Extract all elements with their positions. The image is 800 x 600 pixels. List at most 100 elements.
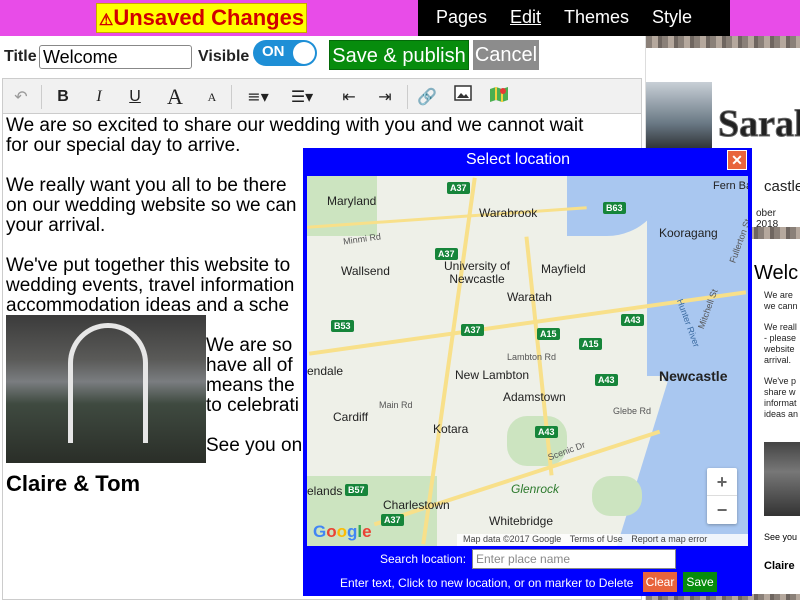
map-icon[interactable] <box>487 85 511 109</box>
preview-signature: Claire <box>764 560 795 572</box>
paragraph-line: have all of <box>206 355 293 376</box>
image-icon[interactable] <box>451 85 475 109</box>
italic-icon[interactable]: I <box>87 85 111 109</box>
preview-date: ober 2018 <box>756 208 779 230</box>
paragraph-line: on our wedding website so we can <box>6 195 297 216</box>
wedding-arch-photo[interactable] <box>6 315 206 463</box>
report-error-link[interactable]: Report a map error <box>631 534 707 544</box>
visible-toggle[interactable]: ON <box>253 40 317 66</box>
paragraph-line: We are so <box>206 335 293 356</box>
main-nav: Pages Edit Themes Style <box>418 0 730 36</box>
paragraph-line: See you on <box>206 435 303 456</box>
paragraph-line: We really want you all to be there <box>6 175 287 196</box>
map-place-label: elands <box>307 484 343 498</box>
nav-themes[interactable]: Themes <box>564 7 629 28</box>
preview-location: castle <box>764 178 800 195</box>
map-place-label: Newcastle <box>659 368 728 384</box>
save-location-button[interactable]: Save <box>683 572 717 592</box>
map-place-label: Waratah <box>507 290 552 304</box>
undo-icon[interactable]: ↶ <box>9 85 33 109</box>
signature: Claire & Tom <box>6 471 141 496</box>
map-place-label: Charlestown <box>383 498 450 512</box>
save-publish-button[interactable]: Save & publish <box>329 40 469 70</box>
paragraph-line: your arrival. <box>6 215 106 236</box>
search-label: Search location: <box>380 552 467 566</box>
nav-edit[interactable]: Edit <box>510 7 541 28</box>
road-shield: A37 <box>381 514 404 526</box>
search-row: Search location: Enter place name <box>303 549 752 569</box>
map-street-label: Main Rd <box>379 400 413 410</box>
location-map[interactable]: Maryland Warabrook Fern Bay Kooragang Mi… <box>307 176 748 546</box>
visible-label: Visible <box>198 48 250 65</box>
google-logo: Google <box>313 522 372 541</box>
map-place-label: Fern Bay <box>713 180 748 192</box>
paragraph-line: for our special day to arrive. <box>6 135 241 156</box>
map-place-label: Warabrook <box>479 206 538 220</box>
paragraph-line: accommodation ideas and a sche <box>6 295 290 316</box>
search-location-input[interactable]: Enter place name <box>472 549 676 569</box>
zoom-out-button[interactable]: − <box>707 496 737 524</box>
map-zoom-control: + − <box>707 468 737 524</box>
link-icon[interactable]: 🔗 <box>415 85 439 109</box>
zoom-in-button[interactable]: + <box>707 468 737 496</box>
map-place-label: Kotara <box>433 422 469 436</box>
font-size-larger-icon[interactable]: A <box>163 85 187 109</box>
map-street-label: Glebe Rd <box>613 406 652 416</box>
paragraph-line: means the <box>206 375 295 396</box>
bold-icon[interactable]: B <box>51 85 75 109</box>
title-input[interactable]: Welcome <box>39 45 192 69</box>
road-shield: A43 <box>621 314 644 326</box>
clear-button[interactable]: Clear <box>643 572 677 592</box>
road <box>421 177 477 545</box>
paragraph-line: to celebrati <box>206 395 299 416</box>
paragraph-line: We've put together this website to <box>6 255 291 276</box>
road-shield: A37 <box>461 324 484 336</box>
road-shield: A43 <box>535 426 558 438</box>
preview-heading: Welc <box>754 262 799 284</box>
dialog-title: Select location <box>465 151 571 168</box>
paragraph-line: We are so excited to share our wedding w… <box>6 115 584 136</box>
close-icon[interactable]: ✕ <box>727 150 747 170</box>
preview-photo <box>646 82 712 150</box>
cancel-button[interactable]: Cancel <box>473 40 539 70</box>
road-shield: B57 <box>345 484 368 496</box>
rock-texture <box>646 36 800 48</box>
road-shield: B63 <box>603 202 626 214</box>
map-place-label: Kooragang <box>659 226 718 240</box>
preview-arch-photo <box>764 442 800 516</box>
nav-style[interactable]: Style <box>652 7 692 28</box>
warning-icon: ⚠ <box>99 12 114 29</box>
indent-icon[interactable]: ⇥ <box>373 85 397 109</box>
unsaved-label: Unsaved Changes <box>113 5 305 30</box>
top-bar: ⚠Unsaved Changes Pages Edit Themes Style <box>0 0 800 36</box>
paragraph-line: wedding events, travel information <box>6 275 295 296</box>
map-street-label: Lambton Rd <box>507 352 557 362</box>
map-place-label: endale <box>307 364 344 378</box>
road-shield: A15 <box>579 338 602 350</box>
map-data-credit: Map data ©2017 Google <box>463 534 562 544</box>
instructions-text: Enter text, Click to new location, or on… <box>340 576 634 590</box>
map-place-label: Cardiff <box>333 410 369 424</box>
title-label: Title <box>4 48 37 65</box>
park-area <box>592 476 642 516</box>
map-place-label: Glenrock <box>511 482 560 496</box>
nav-pages[interactable]: Pages <box>436 7 487 28</box>
preview-see-you: See you <box>764 532 798 542</box>
unsaved-changes-badge: ⚠Unsaved Changes <box>96 3 308 33</box>
editor-toolbar: ↶ B I U A A ≡▾ ☰▾ ⇤ ⇥ 🔗 <box>2 78 642 114</box>
road-shield: A37 <box>435 248 458 260</box>
align-icon[interactable]: ≡▾ <box>241 85 275 109</box>
map-place-label: Wallsend <box>341 264 390 278</box>
font-size-smaller-icon[interactable]: A <box>200 85 224 109</box>
preview-text: We are we cann We reall - please website arr… <box>764 290 799 419</box>
outdent-icon[interactable]: ⇤ <box>337 85 361 109</box>
underline-icon[interactable]: U <box>123 85 147 109</box>
road-shield: A37 <box>447 182 470 194</box>
road-shield: B53 <box>331 320 354 332</box>
preview-couple-name: Sarah <box>717 103 800 146</box>
bullet-list-icon[interactable]: ☰▾ <box>285 85 319 109</box>
map-place-label: Mayfield <box>541 262 586 276</box>
select-location-dialog: Select location ✕ Maryland Warabrook Fer… <box>303 148 752 596</box>
map-place-label: Adamstown <box>503 390 566 404</box>
terms-link[interactable]: Terms of Use <box>570 534 623 544</box>
